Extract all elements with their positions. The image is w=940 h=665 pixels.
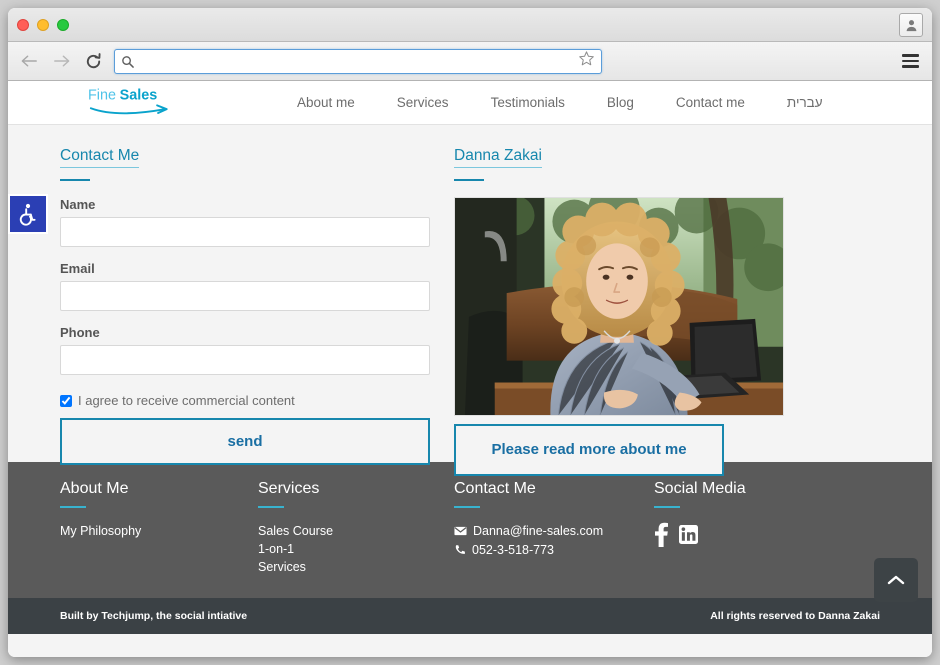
- email-field-label: Email: [60, 261, 95, 276]
- social-links: [654, 522, 880, 552]
- phone-input[interactable]: [60, 345, 430, 375]
- logo-part2: Sales: [120, 87, 158, 103]
- profile-button[interactable]: [899, 13, 923, 37]
- profile-heading-wrap: Danna Zakai: [454, 147, 784, 181]
- footer-bottom-bar: Built by Techjump, the social intiative …: [8, 598, 932, 634]
- footer-link-services[interactable]: Services: [258, 558, 454, 576]
- nav-item-blog[interactable]: Blog: [586, 95, 655, 110]
- phone-icon: [455, 545, 465, 555]
- window-controls: [17, 18, 69, 31]
- finesales-logo-icon: Fine Sales: [88, 87, 168, 114]
- search-icon: [122, 55, 134, 68]
- footer-email-text: Danna@fine-sales.com: [473, 524, 604, 538]
- footer-column-contact-me: Contact Me Danna@fine-sales.com 052-3-51…: [454, 480, 654, 576]
- nav-item-about-me[interactable]: About me: [276, 95, 376, 110]
- profile-photo: [454, 197, 784, 416]
- reload-icon: [86, 52, 101, 68]
- address-bar[interactable]: [114, 48, 602, 74]
- contact-form-column: Contact Me Name Email Phone I agree to r…: [60, 147, 430, 476]
- phone-field-label: Phone: [60, 325, 100, 340]
- scroll-to-top-button[interactable]: [874, 558, 918, 602]
- hamburger-bar: [901, 54, 919, 57]
- linkedin-link[interactable]: [679, 525, 698, 549]
- page-viewport: Fine Sales About me Services Testimonial…: [8, 81, 932, 657]
- profile-photo-image: [455, 198, 783, 415]
- reload-button[interactable]: [82, 50, 104, 72]
- footer-link-sales-course[interactable]: Sales Course: [258, 522, 454, 540]
- chevron-up-icon: [887, 575, 905, 585]
- arrow-left-icon: [21, 55, 37, 67]
- footer-heading-underline: [454, 506, 480, 508]
- hamburger-bar: [901, 59, 919, 63]
- footer-heading-contact-me: Contact Me: [454, 480, 536, 497]
- footer-heading-about-me: About Me: [60, 480, 129, 497]
- copyright-text: All rights reserved to Danna Zakai: [710, 610, 880, 622]
- forward-button[interactable]: [50, 50, 72, 72]
- send-button[interactable]: send: [60, 418, 430, 465]
- email-input[interactable]: [60, 281, 430, 311]
- arrow-right-icon: [53, 55, 69, 67]
- person-icon: [906, 19, 916, 31]
- read-more-button[interactable]: Please read more about me: [454, 424, 724, 476]
- envelope-icon: [454, 527, 467, 536]
- footer-phone-row[interactable]: 052-3-518-773: [454, 541, 654, 560]
- browser-titlebar: [8, 8, 932, 42]
- footer-heading-services: Services: [258, 480, 320, 497]
- browser-toolbar: [8, 42, 932, 81]
- nav-item-contact-me[interactable]: Contact me: [655, 95, 766, 110]
- profile-title: Danna Zakai: [454, 147, 542, 168]
- browser-menu-button[interactable]: [898, 49, 922, 73]
- footer-column-about-me: About Me My Philosophy: [60, 480, 258, 576]
- star-icon: [578, 51, 594, 66]
- close-window-button[interactable]: [17, 18, 29, 31]
- hamburger-bar: [901, 65, 919, 68]
- minimize-window-button[interactable]: [37, 18, 49, 31]
- consent-row[interactable]: I agree to receive commercial content: [60, 393, 430, 408]
- footer-email-row[interactable]: Danna@fine-sales.com: [454, 522, 654, 541]
- name-input[interactable]: [60, 217, 430, 247]
- site-footer: About Me My Philosophy Services Sales Co…: [8, 462, 932, 598]
- profile-column: Danna Zakai Please read more about me: [454, 147, 784, 476]
- wheelchair-icon: [19, 203, 36, 226]
- footer-heading-social-media: Social Media: [654, 480, 746, 497]
- browser-window: Fine Sales About me Services Testimonial…: [8, 8, 932, 657]
- site-logo[interactable]: Fine Sales: [88, 85, 184, 123]
- facebook-icon: [655, 522, 668, 547]
- zoom-window-button[interactable]: [57, 18, 69, 31]
- footer-heading-underline: [258, 506, 284, 508]
- title-underline: [454, 179, 484, 181]
- title-underline: [60, 179, 90, 181]
- consent-checkbox[interactable]: [60, 394, 72, 407]
- facebook-link[interactable]: [654, 522, 669, 552]
- nav-item-services[interactable]: Services: [376, 95, 470, 110]
- footer-columns: About Me My Philosophy Services Sales Co…: [60, 480, 880, 576]
- nav-item-testimonials[interactable]: Testimonials: [470, 95, 586, 110]
- site-navigation: About me Services Testimonials Blog Cont…: [276, 95, 844, 110]
- footer-link-1-on-1[interactable]: 1-on-1: [258, 540, 454, 558]
- footer-phone-text: 052-3-518-773: [472, 542, 555, 557]
- consent-label: I agree to receive commercial content: [78, 393, 295, 408]
- bookmark-star-icon[interactable]: [578, 50, 595, 72]
- logo-part1: Fine: [88, 87, 116, 103]
- footer-link-my-philosophy[interactable]: My Philosophy: [60, 522, 258, 540]
- footer-heading-underline: [60, 506, 86, 508]
- built-by-text: Built by Techjump, the social intiative: [60, 610, 248, 622]
- contact-form-title: Contact Me: [60, 147, 140, 168]
- footer-heading-underline: [654, 506, 680, 508]
- main-content: Contact Me Name Email Phone I agree to r…: [8, 125, 932, 476]
- accessibility-widget-button[interactable]: [8, 194, 48, 234]
- site-header: Fine Sales About me Services Testimonial…: [8, 81, 932, 125]
- nav-item-hebrew[interactable]: עברית: [766, 95, 844, 110]
- name-field-label: Name: [60, 197, 96, 212]
- content-container: Contact Me Name Email Phone I agree to r…: [60, 147, 880, 476]
- back-button[interactable]: [18, 50, 40, 72]
- contact-form-heading-wrap: Contact Me: [60, 147, 430, 181]
- footer-column-services: Services Sales Course 1-on-1 Services: [258, 480, 454, 576]
- linkedin-icon: [679, 525, 698, 544]
- footer-column-social-media: Social Media: [654, 480, 880, 576]
- footer-bottom-inner: Built by Techjump, the social intiative …: [60, 610, 880, 622]
- address-input[interactable]: [134, 54, 578, 68]
